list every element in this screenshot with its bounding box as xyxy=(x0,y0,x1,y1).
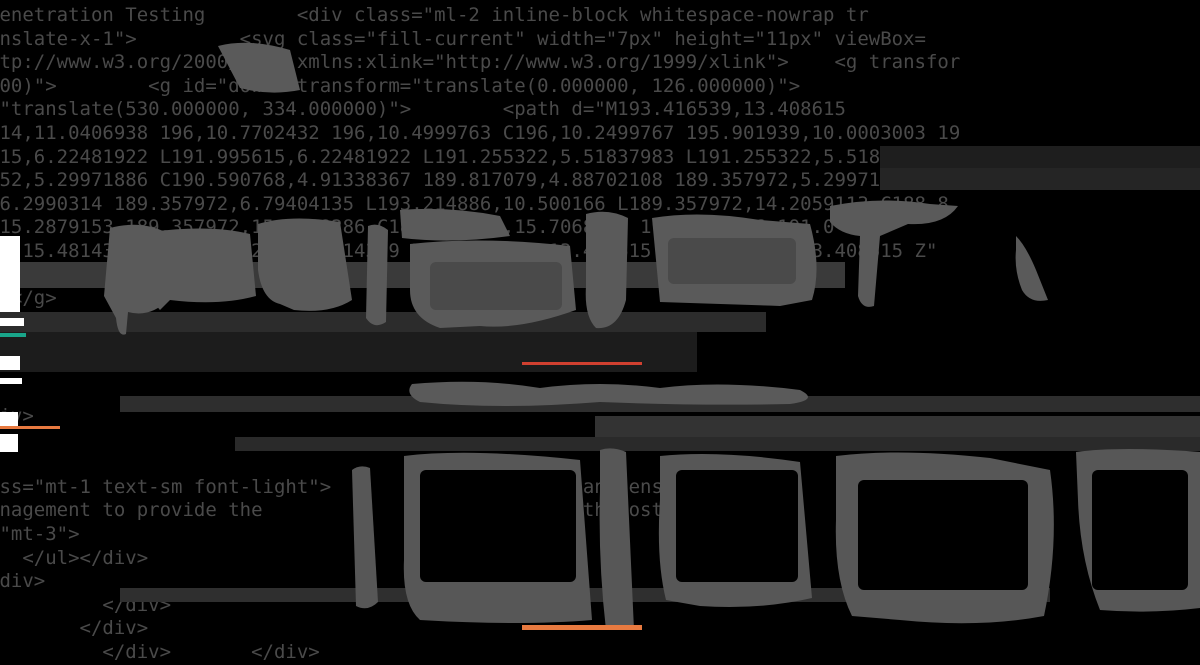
red-accent-line xyxy=(522,362,642,365)
smear-shapes xyxy=(104,42,1200,630)
orange-accent-line xyxy=(522,625,642,630)
